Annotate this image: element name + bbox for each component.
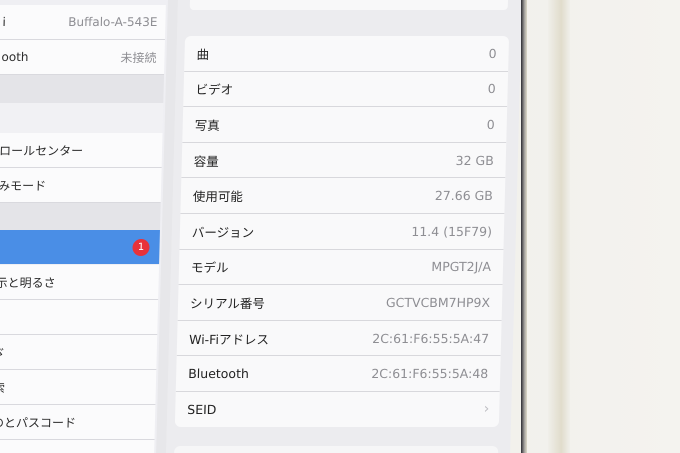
about-row-capacity: 容量 32 GB bbox=[181, 142, 507, 179]
sidebar-item-do-not-disturb[interactable]: みモード bbox=[0, 168, 162, 203]
sidebar-item-label: 索 bbox=[0, 380, 6, 395]
sidebar-item-home-screen[interactable] bbox=[0, 300, 159, 335]
row-value: 0 bbox=[487, 81, 496, 97]
about-row-bluetooth[interactable]: Bluetooth 2C:61:F6:55:5A:48 bbox=[175, 356, 501, 392]
row-value: 0 bbox=[488, 45, 497, 61]
row-value: 2C:61:F6:55:5A:47 bbox=[372, 330, 490, 346]
about-row-videos: ビデオ 0 bbox=[183, 71, 509, 108]
sidebar-section-gap bbox=[0, 203, 161, 230]
sidebar-item-label: ロールセンター bbox=[0, 143, 84, 158]
sidebar-item-label: ooth bbox=[1, 50, 29, 64]
row-value: GCTVCBM7HP9X bbox=[385, 294, 491, 310]
row-label: 容量 bbox=[193, 153, 219, 169]
row-label: 使用可能 bbox=[192, 189, 244, 205]
next-section-card bbox=[173, 446, 499, 453]
about-detail-pane: 曲 0 ビデオ 0 写真 0 容量 32 GB 使用可能 27.66 GB バー… bbox=[166, 0, 523, 453]
row-label: 写真 bbox=[194, 117, 220, 133]
about-row-available: 使用可能 27.66 GB bbox=[180, 178, 506, 214]
row-label: Wi-Fiアドレス bbox=[188, 331, 270, 347]
bluetooth-status-value: 未接続 bbox=[120, 50, 157, 65]
previous-section-card bbox=[189, 0, 508, 10]
wifi-network-value: Buffalo-A-543E bbox=[68, 15, 158, 29]
about-info-table: 曲 0 ビデオ 0 写真 0 容量 32 GB 使用可能 27.66 GB バー… bbox=[174, 36, 510, 427]
row-label: バージョン bbox=[191, 224, 255, 240]
sidebar-item-bluetooth[interactable]: ooth 未接続 bbox=[0, 40, 165, 75]
row-label: モデル bbox=[190, 260, 229, 276]
row-value: 32 GB bbox=[455, 152, 495, 168]
chevron-right-icon: › bbox=[483, 401, 490, 418]
sidebar-item-wallpaper[interactable]: ゞ bbox=[0, 335, 158, 370]
device-frame: i Buffalo-A-543E ooth 未接続 ロールセンター みモード 1… bbox=[0, 0, 680, 453]
row-value: 11.4 (15F79) bbox=[411, 223, 493, 239]
row-value: 27.66 GB bbox=[434, 188, 494, 204]
row-value: MPGT2J/A bbox=[431, 259, 492, 275]
about-row-wifi-address[interactable]: Wi-Fiアドレス 2C:61:F6:55:5A:47 bbox=[176, 320, 502, 357]
sidebar-item-control-center[interactable]: ロールセンター bbox=[0, 133, 163, 168]
sidebar-item-label: ゞ bbox=[0, 345, 6, 360]
sidebar-item-label: 示と明るさ bbox=[0, 275, 56, 290]
about-row-version[interactable]: バージョン 11.4 (15F79) bbox=[179, 213, 505, 250]
sidebar-item-wifi[interactable]: i Buffalo-A-543E bbox=[0, 5, 166, 40]
sidebar-item-label: のとパスコード bbox=[0, 415, 77, 430]
about-row-seid[interactable]: SEID › bbox=[175, 392, 500, 427]
sidebar-item-label: みモード bbox=[0, 178, 47, 193]
device-gold-trim bbox=[548, 0, 570, 453]
sidebar-item-siri-search[interactable]: 索 bbox=[0, 370, 157, 405]
row-value: 0 bbox=[486, 116, 495, 132]
row-label: ビデオ bbox=[195, 82, 234, 98]
screen: i Buffalo-A-543E ooth 未接続 ロールセンター みモード 1… bbox=[0, 0, 523, 453]
row-label: シリアル番号 bbox=[189, 295, 266, 311]
device-bezel-edge bbox=[521, 0, 527, 453]
about-row-photos: 写真 0 bbox=[182, 107, 508, 143]
sidebar-item-battery[interactable] bbox=[0, 440, 155, 453]
sidebar-section-gap bbox=[0, 75, 165, 103]
row-value: 2C:61:F6:55:5A:48 bbox=[371, 366, 489, 382]
row-label: 曲 bbox=[196, 46, 210, 62]
sidebar-item-display-brightness[interactable]: 示と明るさ bbox=[0, 265, 160, 300]
settings-sidebar: i Buffalo-A-543E ooth 未接続 ロールセンター みモード 1… bbox=[0, 0, 169, 453]
about-row-songs: 曲 0 bbox=[184, 36, 510, 72]
sidebar-item-label: i bbox=[2, 15, 6, 29]
row-label: SEID bbox=[187, 401, 217, 417]
sidebar-item-general[interactable]: 1 bbox=[0, 230, 160, 264]
row-label: Bluetooth bbox=[188, 366, 250, 382]
sidebar-item-touch-id-passcode[interactable]: のとパスコード bbox=[0, 405, 156, 440]
about-row-serial[interactable]: シリアル番号 GCTVCBM7HP9X bbox=[177, 285, 503, 321]
about-row-model[interactable]: モデル MPGT2J/A bbox=[178, 249, 504, 286]
sidebar-section-gap bbox=[0, 103, 164, 133]
notification-badge: 1 bbox=[132, 238, 150, 256]
